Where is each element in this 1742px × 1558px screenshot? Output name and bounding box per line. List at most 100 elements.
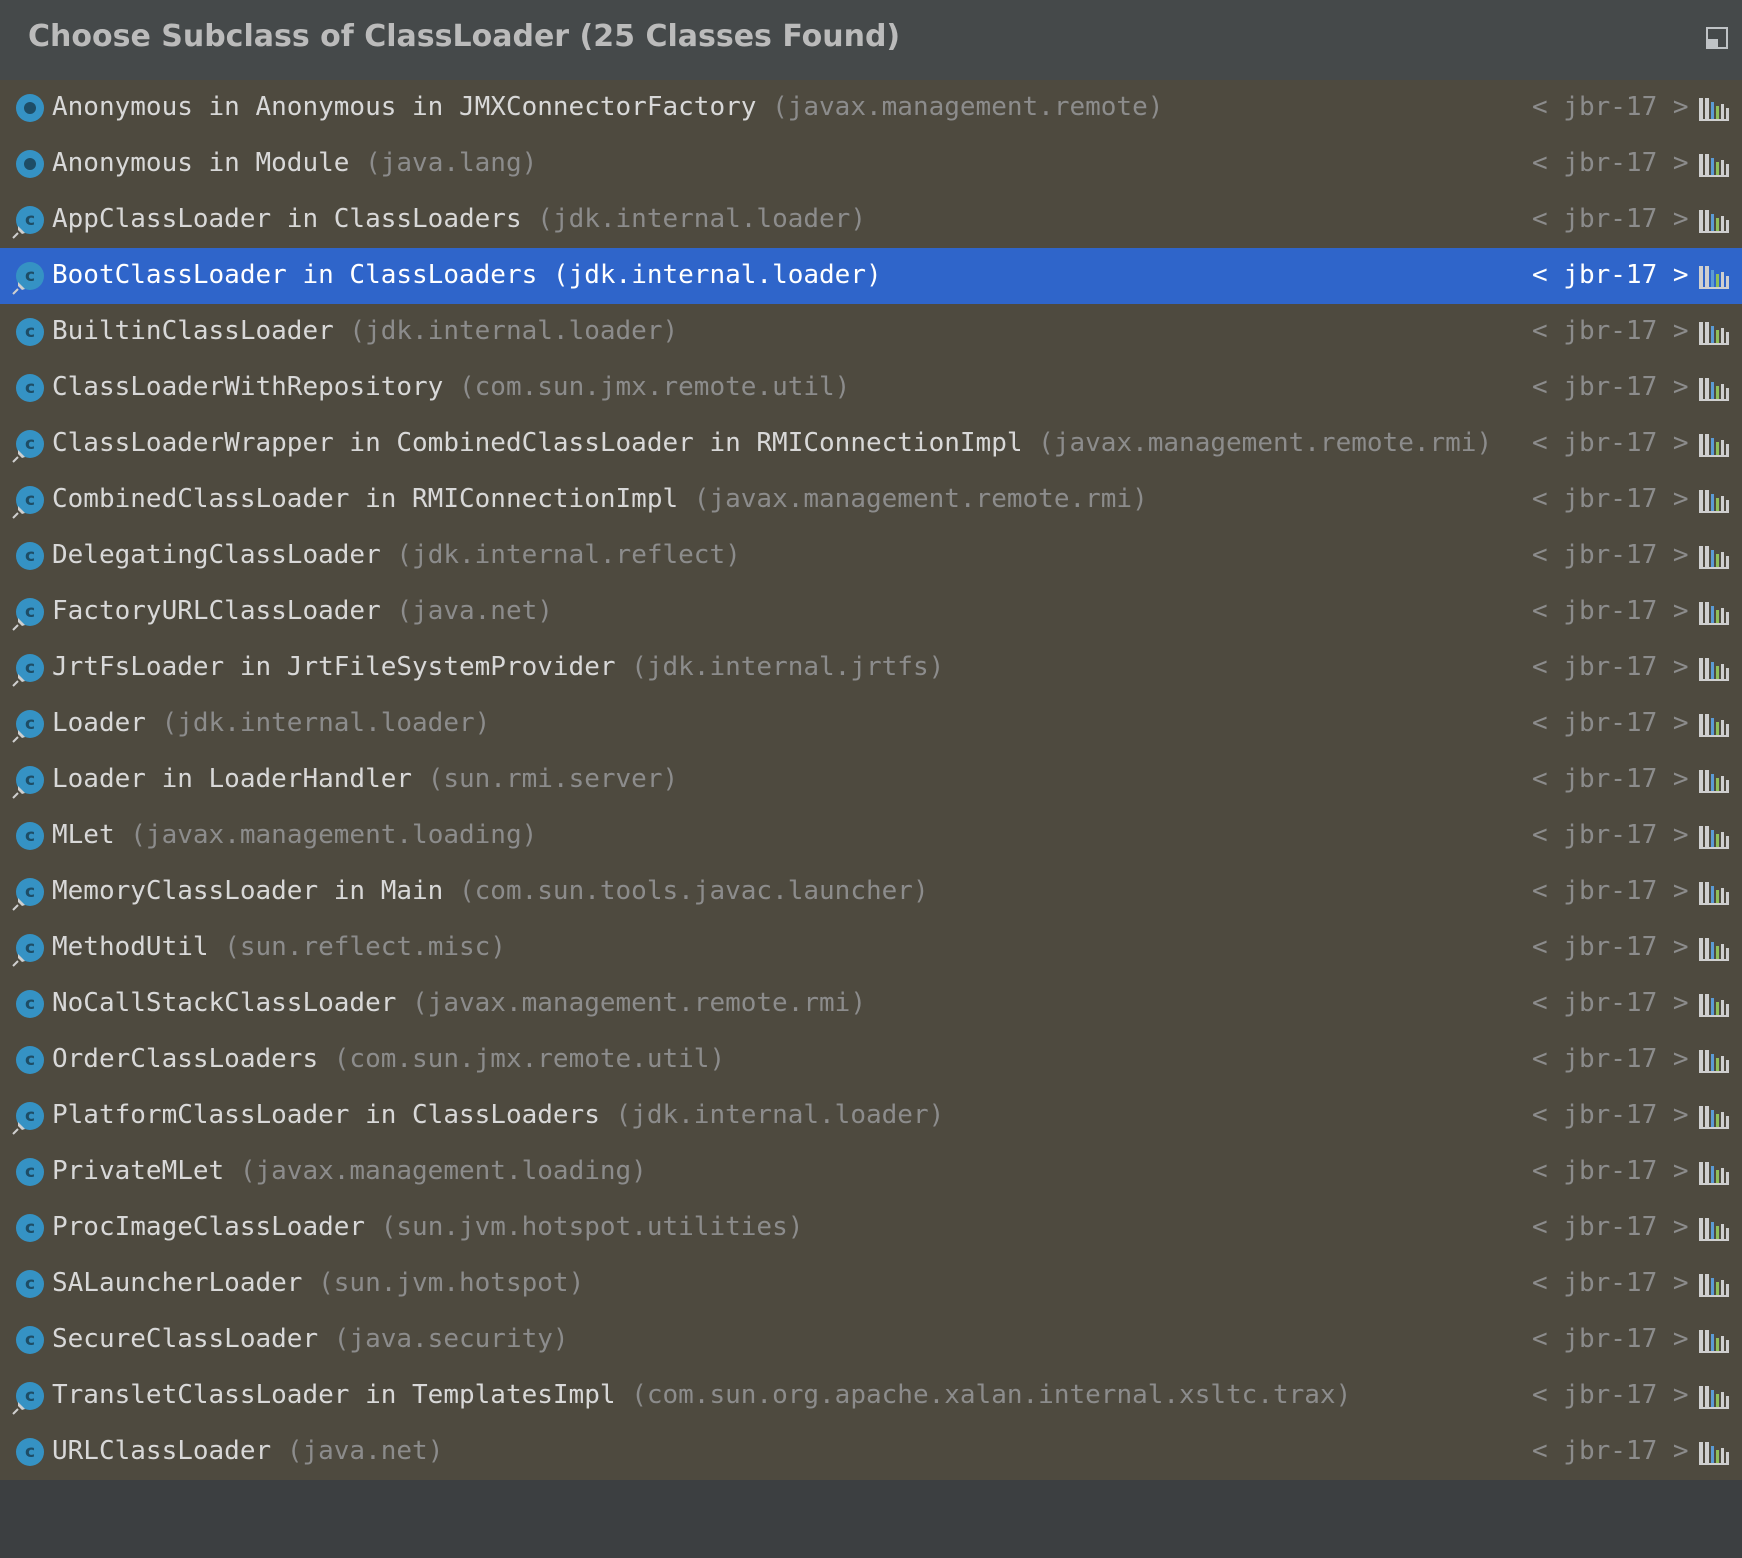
list-item[interactable]: c DelegatingClassLoader (jdk.internal.ref… xyxy=(0,528,1742,584)
popup-title: Choose Subclass of ClassLoader (25 Class… xyxy=(28,19,901,54)
list-item[interactable]: c JrtFsLoader in JrtFileSystemProvider (j… xyxy=(0,640,1742,696)
class-name-text: BuiltinClassLoader xyxy=(52,316,334,346)
class-name: JrtFsLoader in JrtFileSystemProvider (jd… xyxy=(52,652,944,682)
class-name-text: JrtFsLoader in JrtFileSystemProvider xyxy=(52,652,616,682)
package-name: (jdk.internal.loader) xyxy=(537,204,866,234)
jdk-label: < jbr-17 > xyxy=(1532,260,1689,290)
jdk-label: < jbr-17 > xyxy=(1532,1156,1689,1186)
class-name: URLClassLoader (java.net) xyxy=(52,1436,443,1466)
class-name: Anonymous in Module (java.lang) xyxy=(52,148,537,178)
pin-badge-icon xyxy=(12,898,25,911)
package-name: (jdk.internal.loader) xyxy=(552,260,882,290)
list-item[interactable]: c OrderClassLoaders (com.sun.jmx.remote.u… xyxy=(0,1032,1742,1088)
class-name: BuiltinClassLoader (jdk.internal.loader) xyxy=(52,316,678,346)
jdk-label: < jbr-17 > xyxy=(1532,1212,1689,1242)
class-name-text: DelegatingClassLoader xyxy=(52,540,381,570)
package-name: (sun.jvm.hotspot) xyxy=(318,1268,585,1298)
library-icon xyxy=(1699,1386,1729,1409)
list-item[interactable]: c BuiltinClassLoader (jdk.internal.loader… xyxy=(0,304,1742,360)
library-icon xyxy=(1699,266,1729,289)
library-icon xyxy=(1699,210,1729,233)
library-icon xyxy=(1699,714,1729,737)
list-item[interactable]: c URLClassLoader (java.net) < jbr-17 > xyxy=(0,1424,1742,1480)
list-item[interactable]: c MemoryClassLoader in Main (com.sun.tool… xyxy=(0,864,1742,920)
library-icon xyxy=(1699,994,1729,1017)
library-icon xyxy=(1699,434,1729,457)
list-item[interactable]: c SALauncherLoader (sun.jvm.hotspot) < jbr… xyxy=(0,1256,1742,1312)
package-name: (com.sun.jmx.remote.util) xyxy=(333,1044,726,1074)
list-item[interactable]: c Loader (jdk.internal.loader) < jbr-17 > xyxy=(0,696,1742,752)
list-item[interactable]: Anonymous in Anonymous in JMXConnectorFa… xyxy=(0,80,1742,136)
pin-badge-icon xyxy=(12,618,25,631)
package-name: (java.security) xyxy=(333,1324,569,1354)
list-item[interactable]: c ClassLoaderWrapper in CombinedClassLoad… xyxy=(0,416,1742,472)
library-icon xyxy=(1699,658,1729,681)
list-item[interactable]: c AppClassLoader in ClassLoaders (jdk.int… xyxy=(0,192,1742,248)
library-icon xyxy=(1699,770,1729,793)
jdk-label: < jbr-17 > xyxy=(1532,1044,1689,1074)
class-name: CombinedClassLoader in RMIConnectionImpl… xyxy=(52,484,1148,514)
list-item[interactable]: c FactoryURLClassLoader (java.net) < jbr-1… xyxy=(0,584,1742,640)
jdk-label: < jbr-17 > xyxy=(1532,876,1689,906)
list-item[interactable]: c Loader in LoaderHandler (sun.rmi.server… xyxy=(0,752,1742,808)
list-item[interactable]: c TransletClassLoader in TemplatesImpl (c… xyxy=(0,1368,1742,1424)
class-name: SALauncherLoader (sun.jvm.hotspot) xyxy=(52,1268,584,1298)
list-item[interactable]: c MLet (javax.management.loading) < jbr-17… xyxy=(0,808,1742,864)
jdk-label: < jbr-17 > xyxy=(1532,1380,1689,1410)
list-item[interactable]: c BootClassLoader in ClassLoaders (jdk.in… xyxy=(0,248,1742,304)
class-name-text: FactoryURLClassLoader xyxy=(52,596,381,626)
jdk-label: < jbr-17 > xyxy=(1532,596,1689,626)
class-list[interactable]: Anonymous in Anonymous in JMXConnectorFa… xyxy=(0,80,1742,1480)
class-name-text: SALauncherLoader xyxy=(52,1268,303,1298)
class-icon: c xyxy=(16,822,44,850)
class-name-text: MLet xyxy=(52,820,115,850)
class-name: BootClassLoader in ClassLoaders (jdk.int… xyxy=(52,260,882,290)
package-name: (javax.management.remote.rmi) xyxy=(693,484,1148,514)
class-name-text: Anonymous in Module xyxy=(52,148,350,178)
class-name: NoCallStackClassLoader (javax.management… xyxy=(52,988,866,1018)
package-name: (jdk.internal.jrtfs) xyxy=(631,652,945,682)
jdk-label: < jbr-17 > xyxy=(1532,372,1689,402)
list-item[interactable]: c SecureClassLoader (java.security) < jbr-… xyxy=(0,1312,1742,1368)
class-name-text: OrderClassLoaders xyxy=(52,1044,319,1074)
library-icon xyxy=(1699,322,1729,345)
jdk-label: < jbr-17 > xyxy=(1532,652,1689,682)
class-name: PlatformClassLoader in ClassLoaders (jdk… xyxy=(52,1100,944,1130)
class-name-text: Anonymous in Anonymous in JMXConnectorFa… xyxy=(52,92,757,122)
class-name: PrivateMLet (javax.management.loading) xyxy=(52,1156,647,1186)
class-name-text: Loader in LoaderHandler xyxy=(52,764,413,794)
list-item[interactable]: c NoCallStackClassLoader (javax.managemen… xyxy=(0,976,1742,1032)
jdk-label: < jbr-17 > xyxy=(1532,148,1689,178)
class-name-text: TransletClassLoader in TemplatesImpl xyxy=(52,1380,616,1410)
list-item[interactable]: c ClassLoaderWithRepository (com.sun.jmx.… xyxy=(0,360,1742,416)
class-icon: c xyxy=(16,1438,44,1466)
pin-badge-icon xyxy=(12,674,25,687)
list-item[interactable]: c PrivateMLet (javax.management.loading) <… xyxy=(0,1144,1742,1200)
package-name: (java.net) xyxy=(286,1436,444,1466)
class-name: ClassLoaderWrapper in CombinedClassLoade… xyxy=(52,428,1492,458)
list-item[interactable]: Anonymous in Module (java.lang) < jbr-17 … xyxy=(0,136,1742,192)
class-name: MemoryClassLoader in Main (com.sun.tools… xyxy=(52,876,929,906)
library-icon xyxy=(1699,490,1729,513)
package-name: (jdk.internal.reflect) xyxy=(396,540,741,570)
class-name: ProcImageClassLoader (sun.jvm.hotspot.ut… xyxy=(52,1212,803,1242)
list-item[interactable]: c CombinedClassLoader in RMIConnectionImp… xyxy=(0,472,1742,528)
library-icon xyxy=(1699,98,1729,121)
package-name: (jdk.internal.loader) xyxy=(615,1100,945,1130)
class-icon: c xyxy=(16,1326,44,1354)
class-name-text: NoCallStackClassLoader xyxy=(52,988,397,1018)
package-name: (com.sun.org.apache.xalan.internal.xsltc… xyxy=(631,1380,1352,1410)
list-item[interactable]: c MethodUtil (sun.reflect.misc) < jbr-17 > xyxy=(0,920,1742,976)
package-name: (sun.reflect.misc) xyxy=(224,932,506,962)
choose-subclass-popup: Choose Subclass of ClassLoader (25 Class… xyxy=(0,0,1742,1558)
pin-window-icon[interactable] xyxy=(1706,27,1728,49)
list-item[interactable]: c PlatformClassLoader in ClassLoaders (jd… xyxy=(0,1088,1742,1144)
class-name-text: MemoryClassLoader in Main xyxy=(52,876,444,906)
class-icon: c xyxy=(16,1214,44,1242)
class-name-text: SecureClassLoader xyxy=(52,1324,319,1354)
library-icon xyxy=(1699,938,1729,961)
class-icon: c xyxy=(16,1046,44,1074)
package-name: (com.sun.tools.javac.launcher) xyxy=(459,876,929,906)
list-item[interactable]: c ProcImageClassLoader (sun.jvm.hotspot.u… xyxy=(0,1200,1742,1256)
class-name-text: ClassLoaderWrapper in CombinedClassLoade… xyxy=(52,428,1023,458)
